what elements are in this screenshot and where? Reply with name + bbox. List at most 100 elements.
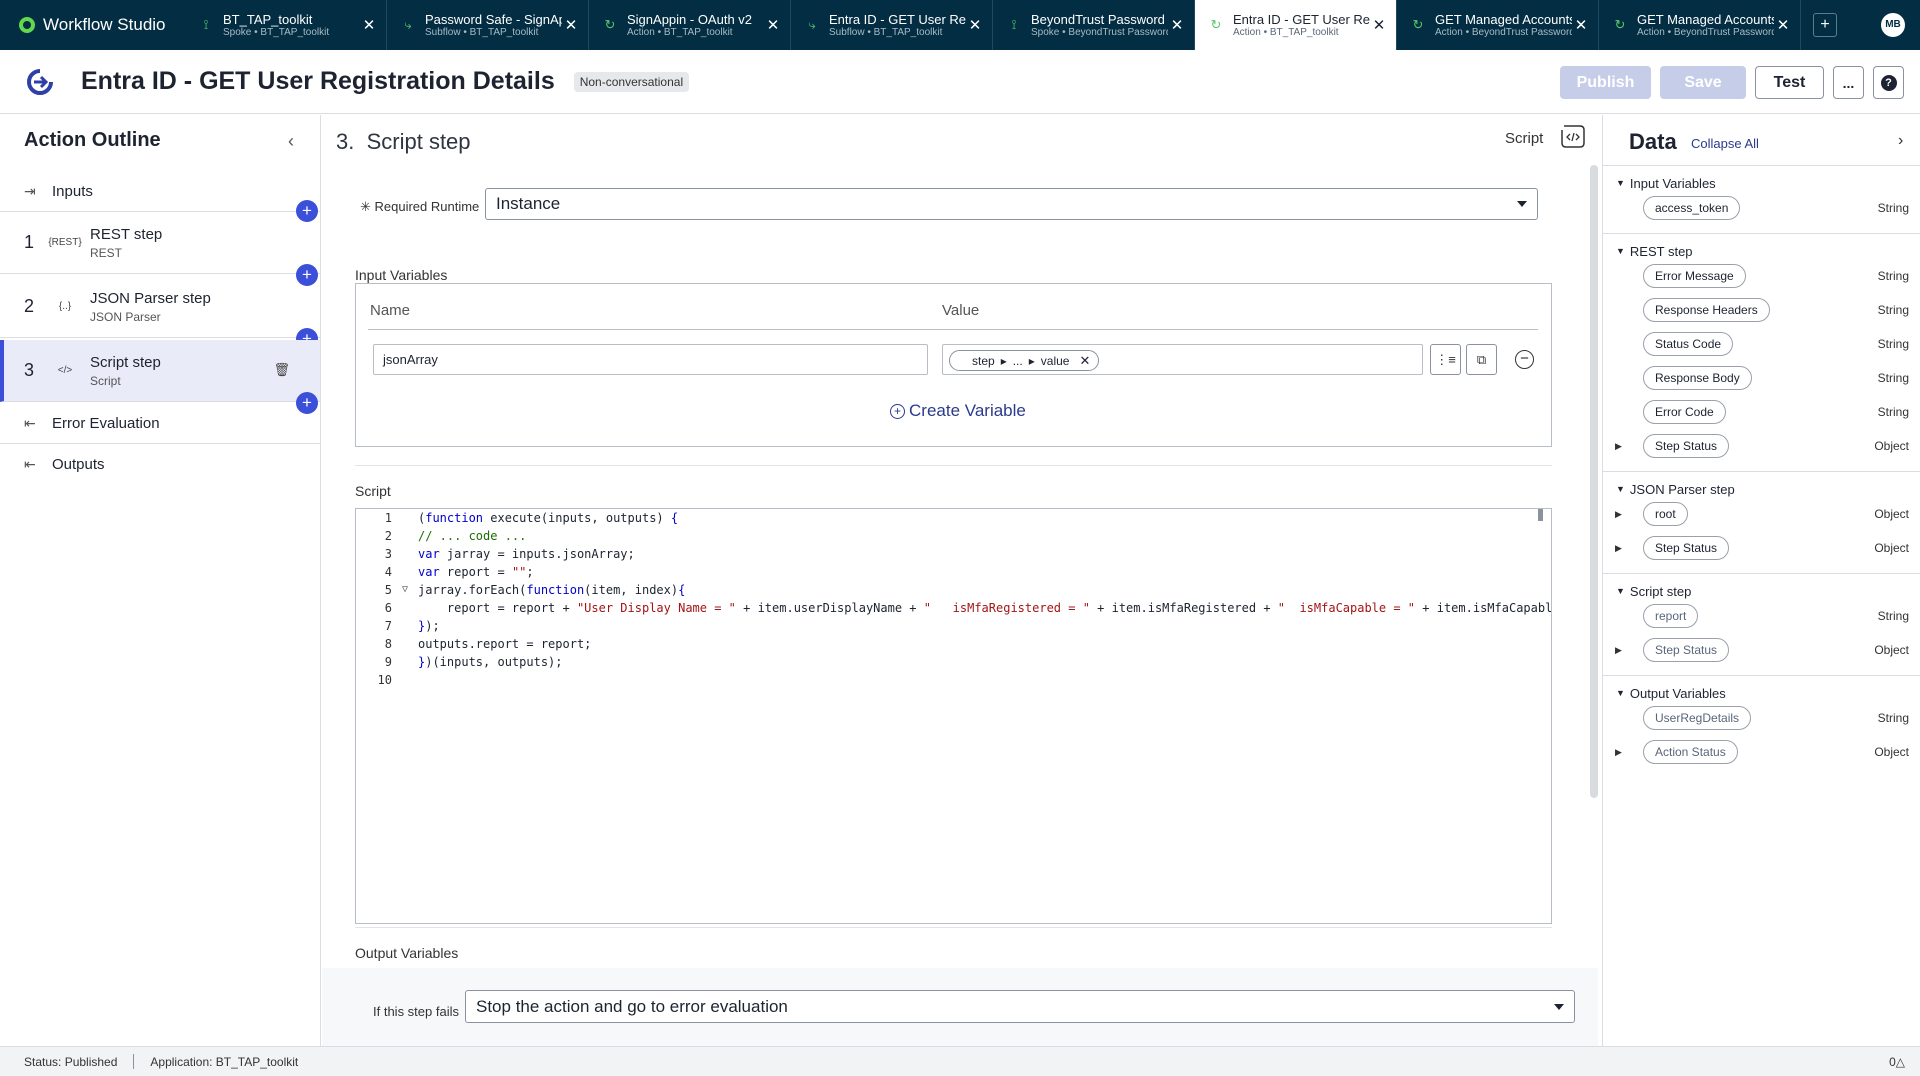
- fold-chevron-icon[interactable]: ▽: [402, 581, 408, 599]
- more-options-button[interactable]: ...: [1833, 66, 1864, 99]
- data-pill[interactable]: Step Status: [1643, 638, 1730, 662]
- tab-subtitle: Spoke • BeyondTrust Password Safe: [1031, 26, 1168, 38]
- data-pill[interactable]: Response Headers: [1643, 298, 1770, 322]
- data-section-header[interactable]: ▼ Output Variables: [1603, 685, 1920, 701]
- action-designer-logo-icon: [27, 68, 53, 95]
- tab-2[interactable]: ↻ SignAppin - OAuth v2 Action • BT_TAP_to…: [589, 0, 791, 50]
- close-tab-icon[interactable]: ✕: [1168, 16, 1186, 34]
- expand-icon[interactable]: ▶: [1615, 441, 1629, 452]
- data-type: Object: [1874, 507, 1909, 521]
- tab-4[interactable]: ⟟ BeyondTrust Password SafeSpoke • Beyon…: [993, 0, 1195, 50]
- data-pill[interactable]: root: [1643, 502, 1688, 526]
- code-line: 9})(inputs, outputs);: [384, 655, 563, 669]
- script-scroll-icon: [1561, 125, 1585, 148]
- close-tab-icon[interactable]: ✕: [360, 16, 378, 34]
- script-editor[interactable]: 1 (function execute(inputs, outputs) { 2/…: [355, 508, 1552, 924]
- code-line: 4 var report = "";: [384, 565, 534, 579]
- expand-icon[interactable]: ▶: [1615, 747, 1629, 758]
- outline-item-label: Outputs: [52, 455, 105, 473]
- failure-action-value: Stop the action and go to error evaluati…: [476, 996, 788, 1016]
- close-tab-icon[interactable]: ✕: [562, 16, 580, 34]
- tab-0[interactable]: ⟟ BT_TAP_toolkit Spoke • BT_TAP_toolkit ✕: [185, 0, 387, 50]
- test-button[interactable]: Test: [1755, 66, 1824, 99]
- notifications-indicator[interactable]: 0△: [1889, 1055, 1905, 1069]
- data-section-header[interactable]: ▼ Script step: [1603, 583, 1920, 599]
- variable-name-input[interactable]: jsonArray: [373, 344, 928, 375]
- script-icon: </>: [57, 365, 73, 376]
- tab-7[interactable]: ↻ GET Managed Accounts Action • BeyondTru…: [1599, 0, 1801, 50]
- save-button[interactable]: Save: [1660, 66, 1746, 99]
- editor-scrollbar[interactable]: [1590, 165, 1598, 798]
- data-section-header[interactable]: ▼ JSON Parser step: [1603, 481, 1920, 497]
- outline-item-error-evaluation[interactable]: ⇤ Error Evaluation: [0, 404, 320, 442]
- data-type: String: [1877, 711, 1909, 725]
- outline-item-outputs[interactable]: ⇤ Outputs: [0, 445, 320, 483]
- delete-step-icon[interactable]: 🗑: [273, 362, 290, 378]
- caret-down-icon: ▼: [1616, 246, 1625, 256]
- action-icon: ↻: [1614, 17, 1626, 32]
- runtime-select[interactable]: Instance: [485, 188, 1538, 220]
- outline-step-3-selected[interactable]: 3 </> Script step Script 🗑: [0, 340, 320, 402]
- data-item: ▶ Step Status Object: [1603, 429, 1920, 463]
- failure-action-select[interactable]: Stop the action and go to error evaluati…: [465, 990, 1575, 1023]
- chevron-down-icon: [1517, 201, 1527, 207]
- data-section: ▼ Input Variables access_token String: [1603, 165, 1920, 233]
- publish-button[interactable]: Publish: [1560, 66, 1651, 99]
- tab-6[interactable]: ↻ GET Managed Accounts Action • BeyondTru…: [1397, 0, 1599, 50]
- data-picker-button[interactable]: ⋮≡: [1430, 344, 1461, 375]
- remove-pill-icon[interactable]: ✕: [1079, 353, 1090, 369]
- data-pill[interactable]: Status Code: [1643, 332, 1734, 356]
- expand-icon[interactable]: ▶: [1615, 543, 1629, 554]
- expand-icon[interactable]: ▶: [1615, 509, 1629, 520]
- data-pill[interactable]: Action Status: [1643, 740, 1738, 764]
- tab-5-active[interactable]: ↻ Entra ID - GET User Registration Detai…: [1195, 0, 1397, 50]
- transform-button[interactable]: ⧉: [1466, 344, 1497, 375]
- data-pill[interactable]: access_token: [1643, 196, 1741, 220]
- data-section: ▼ Script step report String ▶ Step Status Obje…: [1603, 573, 1920, 675]
- script-label: Script: [355, 483, 391, 499]
- collapse-panel-icon[interactable]: ›: [1898, 132, 1903, 150]
- data-section-header[interactable]: ▼ REST step: [1603, 243, 1920, 259]
- code-line: 6 report = report + "User Display Name =…: [384, 601, 1552, 615]
- data-section-header[interactable]: ▼ Input Variables: [1603, 175, 1920, 191]
- outline-item-label: Error Evaluation: [52, 414, 160, 432]
- data-pill[interactable]: step ▸ ... ▸ value ✕: [949, 350, 1100, 371]
- close-tab-icon[interactable]: ✕: [1572, 16, 1590, 34]
- close-tab-icon[interactable]: ✕: [1774, 16, 1792, 34]
- expand-icon[interactable]: ▶: [1615, 645, 1629, 656]
- outline-item-inputs[interactable]: ⇥ Inputs: [0, 172, 320, 210]
- data-pill[interactable]: report: [1643, 604, 1699, 628]
- data-pill[interactable]: Error Code: [1643, 400, 1726, 424]
- workflow-studio-logo-icon: [19, 17, 35, 33]
- create-variable-button[interactable]: + Create Variable: [890, 401, 1026, 421]
- close-tab-icon[interactable]: ✕: [966, 16, 984, 34]
- outline-step-2[interactable]: 2 {..} JSON Parser step JSON Parser: [0, 276, 320, 338]
- code-scrollbar[interactable]: [1538, 509, 1543, 521]
- data-type: Object: [1874, 643, 1909, 657]
- help-button[interactable]: ?: [1873, 66, 1904, 99]
- data-pill[interactable]: Step Status: [1643, 434, 1730, 458]
- tab-title: Entra ID - GET User Registration Details: [1233, 11, 1370, 27]
- data-pill[interactable]: Step Status: [1643, 536, 1730, 560]
- collapse-all-link[interactable]: Collapse All: [1691, 136, 1759, 151]
- data-pill[interactable]: Response Body: [1643, 366, 1752, 390]
- variable-value-field[interactable]: step ▸ ... ▸ value ✕: [942, 344, 1423, 375]
- outline-step-1[interactable]: 1 {REST} REST step REST: [0, 212, 320, 274]
- close-tab-icon[interactable]: ✕: [764, 16, 782, 34]
- new-tab-button[interactable]: +: [1813, 13, 1837, 37]
- app-brand[interactable]: Workflow Studio: [0, 0, 185, 50]
- close-tab-icon[interactable]: ✕: [1370, 16, 1388, 34]
- tab-1[interactable]: ⤷ Password Safe - SignApp Subflow • BT_TA…: [387, 0, 589, 50]
- tab-3[interactable]: ⤷ Entra ID - GET User RegistrationSubflo…: [791, 0, 993, 50]
- data-panel: Data Collapse All › ▼ Input Variables acce…: [1602, 115, 1920, 1046]
- top-bar: Workflow Studio ⟟ BT_TAP_toolkit Spoke • …: [0, 0, 1920, 50]
- user-avatar[interactable]: MB: [1881, 13, 1905, 37]
- remove-variable-icon[interactable]: −: [1515, 350, 1534, 369]
- tab-title: GET Managed Accounts: [1637, 11, 1774, 27]
- code-line: 3 var jarray = inputs.jsonArray;: [384, 547, 635, 561]
- data-pill[interactable]: Error Message: [1643, 264, 1746, 288]
- collapse-outline-icon[interactable]: ‹: [288, 131, 294, 152]
- input-variables-label: Input Variables: [355, 267, 448, 283]
- data-pill[interactable]: UserRegDetails: [1643, 706, 1752, 730]
- data-item: Error Message String: [1603, 259, 1920, 293]
